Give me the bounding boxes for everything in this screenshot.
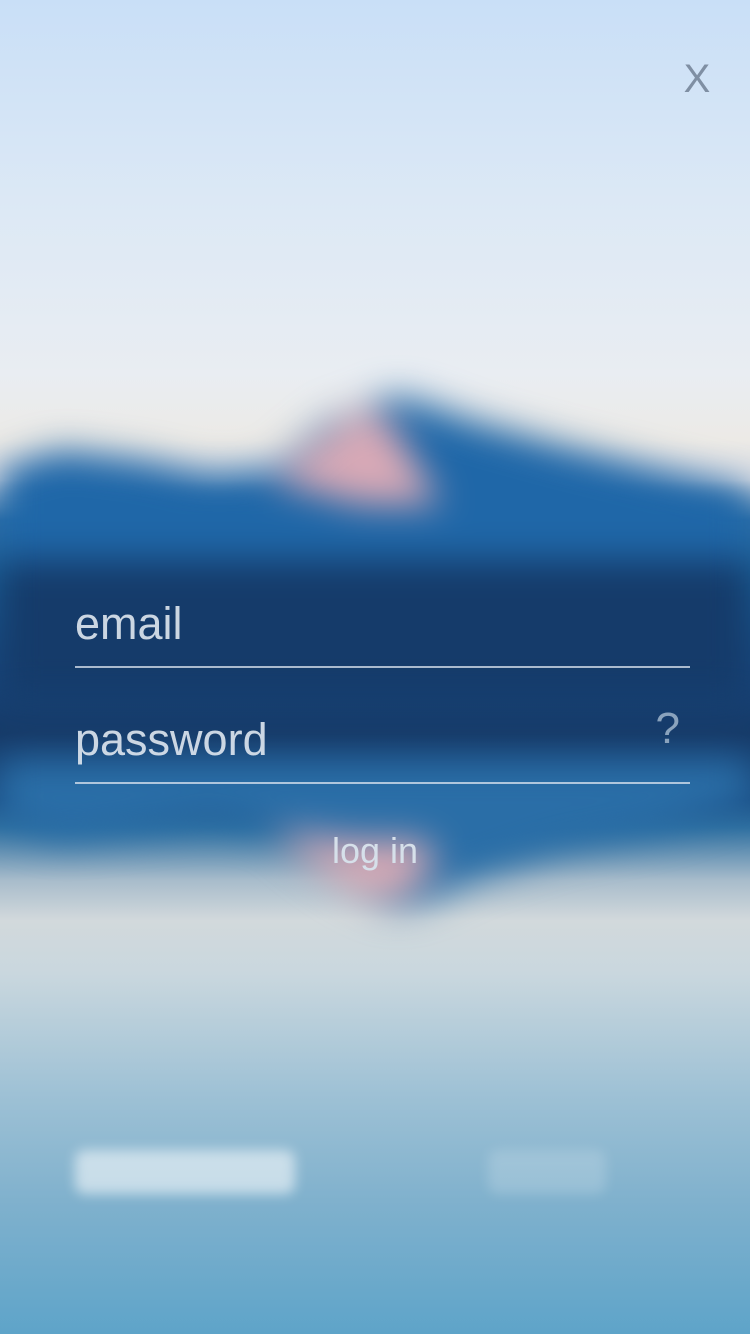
password-input[interactable] (75, 714, 595, 766)
login-form: ? (75, 570, 690, 802)
login-button[interactable]: log in (0, 830, 750, 872)
email-field-container (75, 570, 690, 668)
help-icon[interactable]: ? (656, 704, 680, 754)
email-input[interactable] (75, 598, 595, 650)
login-screen: X ? log in (0, 0, 750, 1334)
password-field-container: ? (75, 686, 690, 784)
social-login-button-left[interactable] (75, 1150, 295, 1194)
close-icon[interactable]: X (680, 56, 714, 102)
social-login-button-right[interactable] (488, 1150, 606, 1194)
